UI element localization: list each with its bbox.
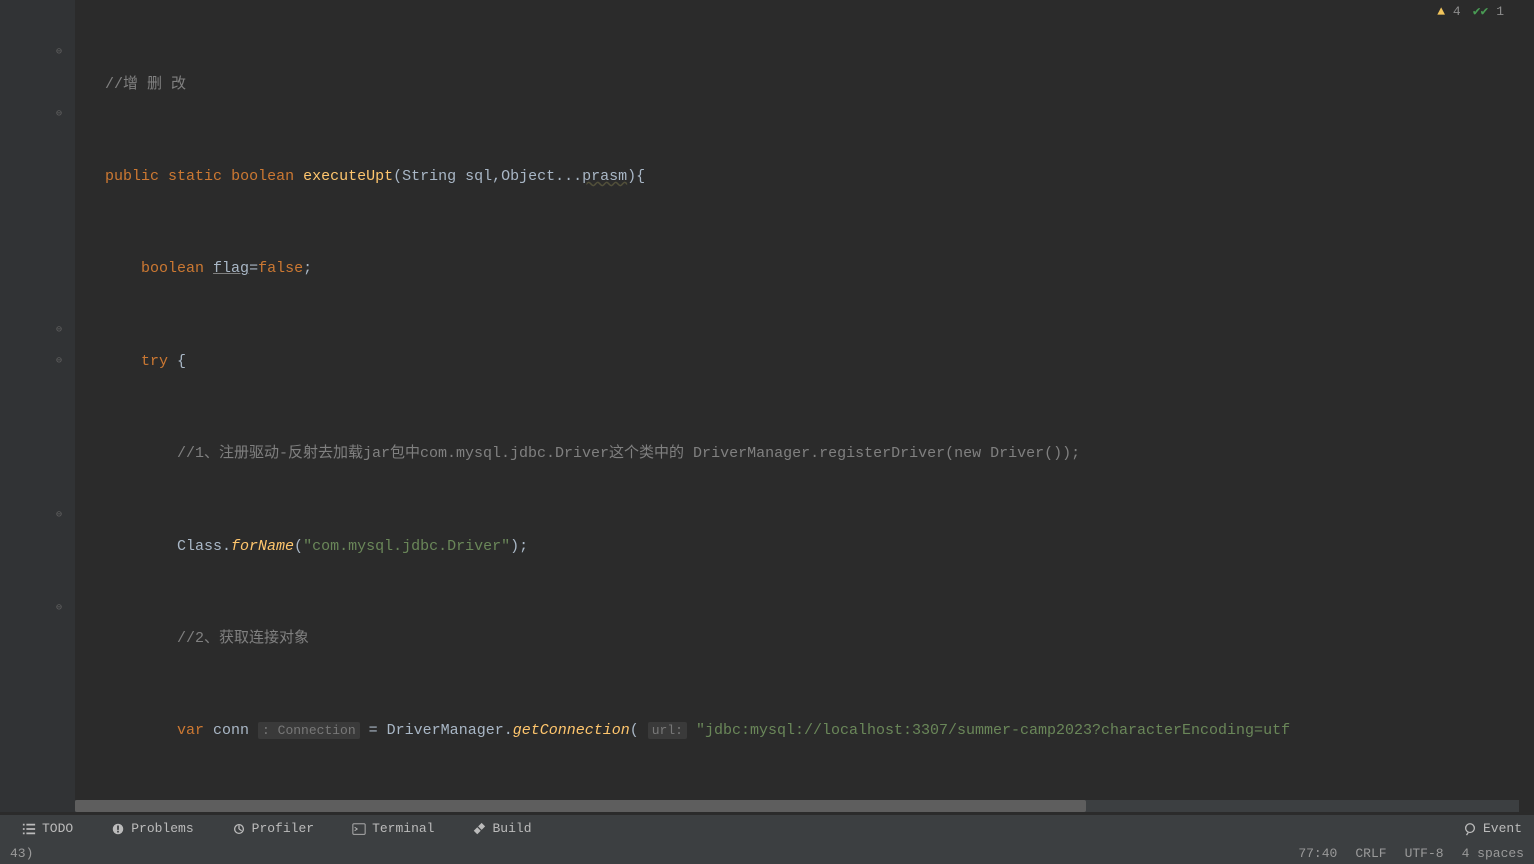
line-separator[interactable]: CRLF	[1355, 846, 1386, 861]
tool-label: TODO	[42, 821, 73, 836]
tool-label: Problems	[131, 821, 193, 836]
fold-marker[interactable]: ⊖	[56, 46, 68, 58]
terminal-button[interactable]: Terminal	[342, 817, 444, 840]
problems-button[interactable]: Problems	[101, 817, 203, 840]
todo-button[interactable]: TODO	[12, 817, 83, 840]
status-bar: 43) 77:40 CRLF UTF-8 4 spaces	[0, 842, 1534, 864]
terminal-icon	[352, 822, 366, 836]
indent-setting[interactable]: 4 spaces	[1462, 846, 1524, 861]
code-content[interactable]: //增 删 改 public static boolean executeUpt…	[75, 0, 1534, 812]
tool-label: Build	[492, 821, 531, 836]
comment: //增 删 改	[105, 76, 186, 93]
tool-label: Profiler	[252, 821, 314, 836]
profiler-button[interactable]: Profiler	[222, 817, 324, 840]
fold-marker[interactable]: ⊖	[56, 602, 68, 614]
warning-indicator[interactable]: ▲ 4	[1437, 4, 1460, 19]
hammer-icon	[472, 822, 486, 836]
fold-marker[interactable]: ⊖	[56, 108, 68, 120]
event-log-button[interactable]: Event	[1463, 821, 1522, 836]
inspection-indicators[interactable]: ▲ 4 ✔✔ 1	[1437, 4, 1504, 19]
gutter[interactable]: ⊖ ⊖ ⊖ ⊖ ⊖ ⊖	[0, 0, 75, 812]
profiler-icon	[232, 822, 246, 836]
file-encoding[interactable]: UTF-8	[1405, 846, 1444, 861]
tool-label: Event	[1483, 821, 1522, 836]
caret-position[interactable]: 77:40	[1298, 846, 1337, 861]
list-icon	[22, 822, 36, 836]
scrollbar-thumb[interactable]	[75, 800, 1086, 812]
check-icon: ✔✔	[1473, 4, 1489, 19]
fold-marker[interactable]: ⊖	[56, 509, 68, 521]
fold-marker[interactable]: ⊖	[56, 324, 68, 336]
warning-icon: ▲	[1437, 4, 1445, 19]
horizontal-scrollbar[interactable]	[75, 800, 1519, 812]
editor-area: ⊖ ⊖ ⊖ ⊖ ⊖ ⊖ //增 删 改 public static boolea…	[0, 0, 1534, 812]
bottom-toolbar: TODO Problems Profiler Terminal Build Ev…	[0, 814, 1534, 842]
error-icon	[111, 822, 125, 836]
tool-label: Terminal	[372, 821, 434, 836]
build-button[interactable]: Build	[462, 817, 541, 840]
check-indicator[interactable]: ✔✔ 1	[1473, 4, 1504, 19]
fold-marker[interactable]: ⊖	[56, 355, 68, 367]
status-left: 43)	[10, 846, 33, 861]
speech-icon	[1463, 822, 1477, 836]
